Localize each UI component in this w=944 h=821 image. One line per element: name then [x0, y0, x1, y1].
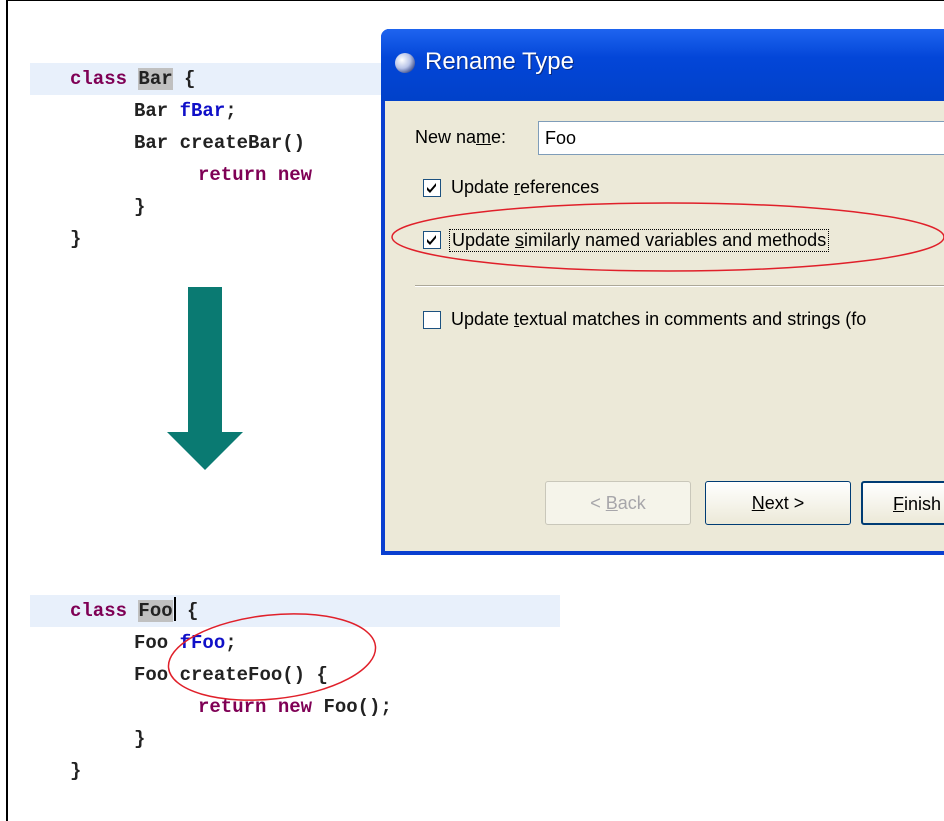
code-line: Foo createFoo() { [134, 664, 328, 686]
update-similar-names-checkbox[interactable] [423, 231, 441, 249]
update-textual-matches-label: Update textual matches in comments and s… [451, 309, 867, 329]
code-line: class Bar { [70, 68, 196, 90]
code-line: return new [198, 164, 313, 186]
update-textual-matches-checkbox[interactable] [423, 311, 441, 329]
renamed-type-name: Foo [138, 600, 173, 622]
code-line: } [134, 196, 146, 218]
dialog-titlebar[interactable]: Rename Type [381, 29, 944, 101]
separator [415, 285, 944, 287]
code-line: } [70, 228, 82, 250]
checkmark-icon [427, 183, 436, 193]
update-references-checkbox[interactable] [423, 179, 441, 197]
new-name-label: New name: [415, 127, 507, 147]
down-arrow-shaft [188, 287, 222, 433]
selected-type-name: Bar [138, 68, 173, 90]
update-references-label: Update references [451, 177, 600, 197]
eclipse-icon [395, 53, 415, 73]
update-similar-names-label: Update similarly named variables and met… [449, 229, 830, 252]
illustration-frame: class Bar { Bar fBar; Bar createBar() re… [6, 0, 944, 821]
rename-type-dialog: Rename Type New name: Update references … [381, 29, 944, 555]
code-line: return new Foo(); [198, 696, 392, 718]
checkmark-icon [427, 235, 436, 245]
finish-button[interactable]: Finish [861, 481, 944, 525]
code-line: Bar createBar() [134, 132, 306, 154]
code-line: Bar fBar; [134, 100, 237, 122]
code-line: Foo fFoo; [134, 632, 237, 654]
code-line: class Foo { [70, 595, 198, 627]
code-line: } [134, 728, 146, 750]
dialog-body: New name: Update references Update simil… [385, 101, 944, 551]
down-arrow-icon [167, 432, 243, 470]
new-name-input[interactable] [538, 121, 944, 155]
dialog-title: Rename Type [425, 48, 574, 75]
code-line: } [70, 760, 82, 782]
next-button[interactable]: Next > [705, 481, 851, 525]
back-button[interactable]: < Back [545, 481, 691, 525]
